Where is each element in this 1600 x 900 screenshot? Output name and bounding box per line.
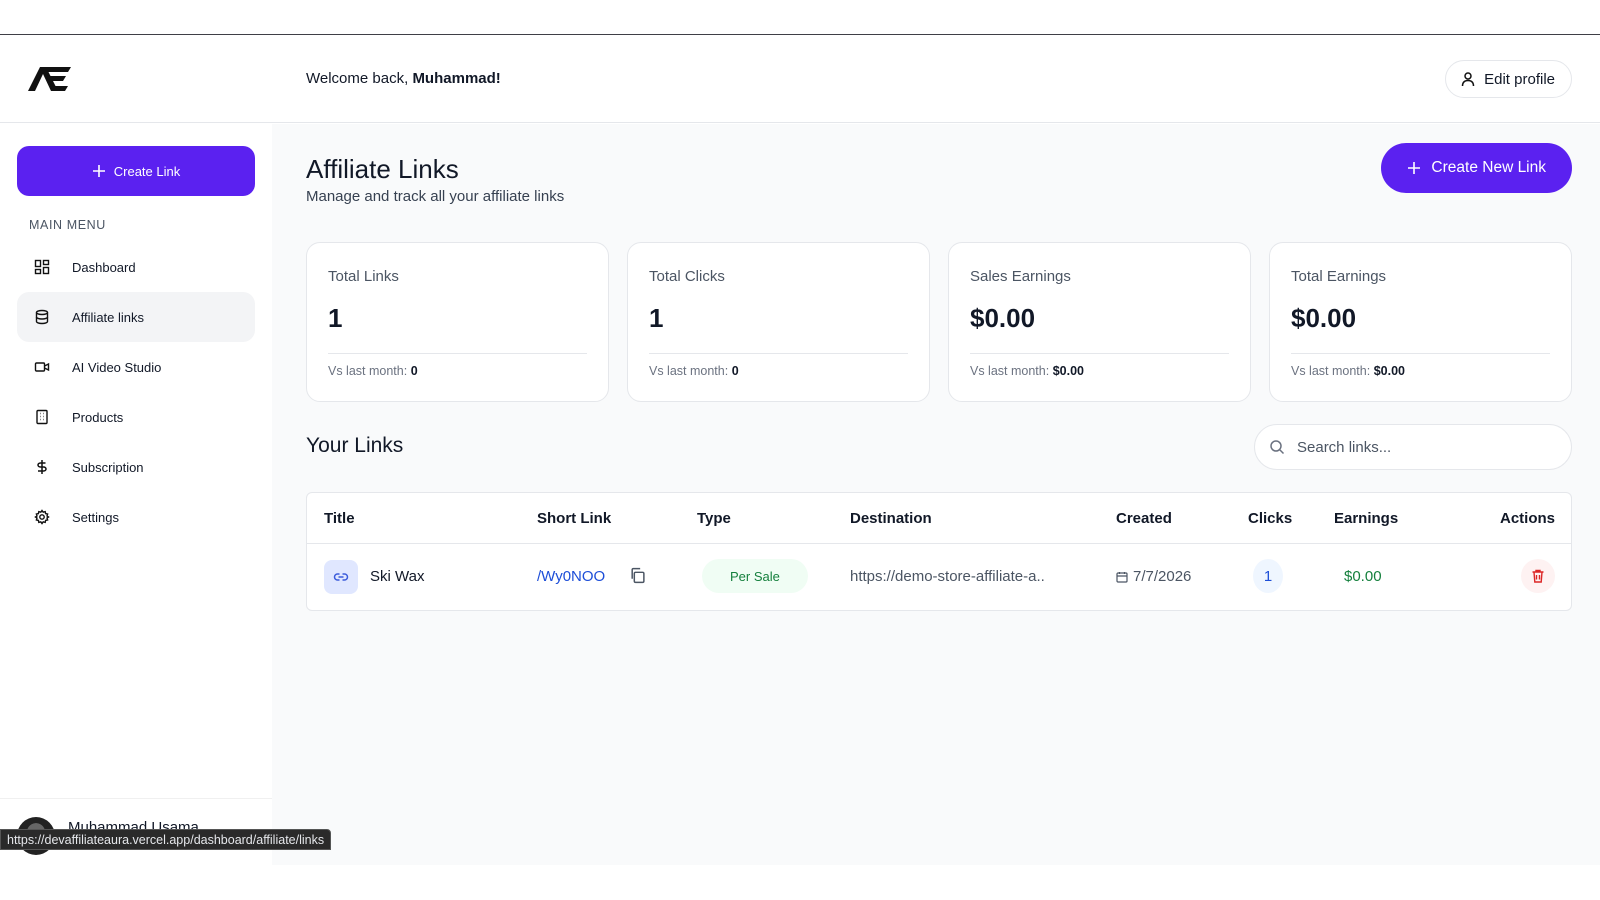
sidebar-item-label: AI Video Studio (72, 359, 162, 375)
gear-icon (34, 509, 50, 525)
welcome-message: Welcome back, Muhammad! (306, 70, 501, 87)
sidebar-item-dashboard[interactable]: Dashboard (17, 242, 255, 292)
column-header-actions: Actions (1499, 510, 1555, 527)
video-icon (34, 362, 50, 372)
welcome-prefix: Welcome back, (306, 70, 413, 87)
stat-comparison-value: 0 (410, 364, 418, 378)
stat-card-total-links: Total Links 1 Vs last month: 0 (306, 242, 609, 402)
stat-divider (649, 353, 908, 354)
stat-comparison: Vs last month: 0 (649, 364, 739, 378)
user-icon (1461, 72, 1475, 87)
search-icon (1270, 440, 1285, 455)
plus-icon (92, 165, 105, 177)
row-destination[interactable]: https://demo-store-affiliate-a.. (850, 568, 1045, 585)
main-menu-heading: MAIN MENU (29, 218, 106, 232)
edit-profile-button[interactable]: Edit profile (1445, 60, 1572, 98)
stat-comparison-value: $0.00 (1052, 364, 1084, 378)
row-created-date: 7/7/2026 (1133, 568, 1192, 585)
brand-logo[interactable] (26, 63, 72, 93)
sidebar-item-label: Products (72, 409, 124, 425)
delete-button[interactable] (1521, 559, 1555, 593)
row-earnings: $0.00 (1344, 568, 1382, 585)
welcome-name: Muhammad! (412, 70, 501, 87)
database-icon (35, 309, 49, 325)
page-subtitle: Manage and track all your affiliate link… (306, 188, 565, 205)
column-header-created[interactable]: Created (1116, 510, 1172, 527)
stat-card-sales-earnings: Sales Earnings $0.00 Vs last month: $0.0… (948, 242, 1251, 402)
stat-comparison: Vs last month: 0 (328, 364, 418, 378)
stat-comparison: Vs last month: $0.00 (970, 364, 1084, 378)
stat-label: Total Earnings (1291, 268, 1387, 285)
sidebar-item-label: Subscription (72, 459, 144, 475)
create-new-link-label: Create New Link (1431, 159, 1546, 176)
page-title: Affiliate Links (306, 154, 459, 184)
stat-value: $0.00 (1291, 303, 1357, 333)
stat-comparison-label: Vs last month: (970, 364, 1053, 378)
stat-card-total-earnings: Total Earnings $0.00 Vs last month: $0.0… (1269, 242, 1572, 402)
row-title[interactable]: Ski Wax (370, 568, 424, 585)
building-icon (36, 409, 48, 425)
type-badge: Per Sale (702, 559, 808, 593)
stat-divider (970, 353, 1229, 354)
table-header: Title Short Link Type Destination Create… (307, 493, 1571, 544)
links-table: Title Short Link Type Destination Create… (306, 492, 1572, 611)
stat-comparison-value: $0.00 (1373, 364, 1405, 378)
sidebar-item-products[interactable]: Products (17, 392, 255, 442)
dashboard-icon (34, 259, 50, 275)
row-created: 7/7/2026 (1116, 568, 1191, 585)
stat-comparison-label: Vs last month: (1291, 364, 1374, 378)
link-icon-container (324, 560, 358, 594)
app: Welcome back, Muhammad! Edit profile Cre… (0, 35, 1600, 865)
column-header-type[interactable]: Type (697, 510, 731, 527)
link-icon (333, 573, 349, 581)
sidebar: Create Link MAIN MENU Dashboard Affiliat… (0, 124, 272, 865)
sidebar-item-settings[interactable]: Settings (17, 492, 255, 542)
trash-icon (1532, 569, 1544, 583)
search-box[interactable] (1254, 424, 1572, 470)
column-header-destination[interactable]: Destination (850, 510, 932, 527)
browser-status-url: https://devaffiliateaura.vercel.app/dash… (0, 829, 332, 850)
plus-icon (1408, 162, 1421, 174)
sidebar-item-label: Settings (72, 509, 119, 525)
stat-divider (1291, 353, 1550, 354)
stat-value: $0.00 (970, 303, 1036, 333)
calendar-icon (1116, 571, 1128, 583)
create-new-link-button[interactable]: Create New Link (1381, 143, 1572, 193)
stat-label: Total Clicks (649, 268, 725, 285)
stat-value: 1 (649, 303, 664, 333)
sidebar-item-affiliate-links[interactable]: Affiliate links (17, 292, 255, 342)
row-clicks-badge: 1 (1253, 559, 1283, 593)
sidebar-item-label: Affiliate links (72, 309, 145, 325)
column-header-title[interactable]: Title (324, 510, 355, 527)
column-header-clicks[interactable]: Clicks (1248, 510, 1292, 527)
stat-comparison-label: Vs last month: (328, 364, 411, 378)
sidebar-item-subscription[interactable]: Subscription (17, 442, 255, 492)
copy-icon[interactable] (629, 567, 646, 584)
edit-profile-label: Edit profile (1484, 70, 1555, 88)
search-input[interactable] (1297, 438, 1547, 456)
stat-comparison-value: 0 (731, 364, 739, 378)
stat-label: Total Links (328, 268, 399, 285)
stat-value: 1 (328, 303, 343, 333)
create-link-label: Create Link (113, 163, 181, 179)
stat-label: Sales Earnings (970, 268, 1071, 285)
sidebar-item-ai-video-studio[interactable]: AI Video Studio (17, 342, 255, 392)
main-content: Affiliate Links Manage and track all you… (272, 124, 1600, 865)
create-link-button[interactable]: Create Link (17, 146, 255, 196)
your-links-heading: Your Links (306, 434, 404, 457)
stat-divider (328, 353, 587, 354)
dollar-icon (37, 460, 47, 474)
top-header: Welcome back, Muhammad! Edit profile (0, 35, 1600, 123)
stat-comparison-label: Vs last month: (649, 364, 732, 378)
column-header-short-link[interactable]: Short Link (537, 510, 611, 527)
column-header-earnings[interactable]: Earnings (1334, 510, 1398, 527)
stat-card-total-clicks: Total Clicks 1 Vs last month: 0 (627, 242, 930, 402)
row-short-link[interactable]: /Wy0NOO (537, 568, 605, 585)
sidebar-item-label: Dashboard (72, 259, 136, 275)
stat-comparison: Vs last month: $0.00 (1291, 364, 1405, 378)
